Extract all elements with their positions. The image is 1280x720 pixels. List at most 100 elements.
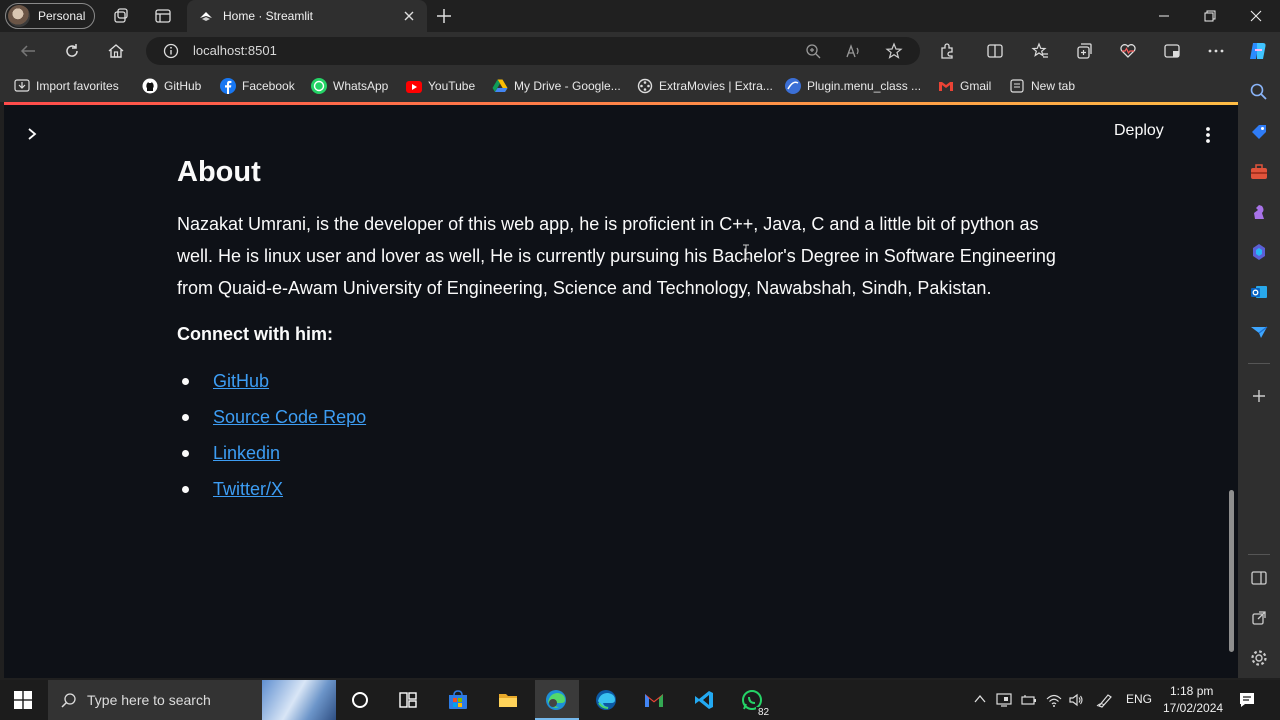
task-view-icon[interactable] [397, 689, 419, 711]
new-tab-icon [1009, 78, 1025, 94]
connect-heading: Connect with him: [177, 324, 333, 344]
bookmark-label: GitHub [164, 79, 202, 93]
address-bar[interactable]: localhost:8501 [146, 37, 920, 65]
file-explorer-icon[interactable] [497, 689, 519, 711]
clock-date[interactable]: 17/02/2024 [1163, 701, 1223, 715]
refresh-icon[interactable] [63, 42, 81, 60]
open-external-icon[interactable] [1249, 608, 1269, 628]
sidebar-divider-bottom [1248, 554, 1270, 555]
extensions-icon[interactable] [938, 42, 956, 60]
favorite-star-icon[interactable] [885, 42, 903, 60]
taskbar-search-box[interactable]: Type here to search [48, 680, 336, 720]
site-info-icon[interactable] [163, 43, 179, 59]
tools-briefcase-icon[interactable] [1249, 162, 1269, 182]
tab-actions-icon[interactable] [154, 7, 172, 25]
main-content: About Nazakat Umrani, is the developer o… [177, 154, 1057, 509]
page-title: About [177, 156, 261, 188]
bookmark-label: My Drive - Google... [514, 79, 621, 93]
split-window-icon[interactable] [1249, 568, 1269, 588]
tab-home-streamlit[interactable]: Home · Streamlit [187, 0, 427, 32]
minimize-button[interactable] [1141, 0, 1187, 32]
close-tab-icon[interactable] [403, 10, 415, 22]
microsoft-365-icon[interactable] [1249, 242, 1269, 262]
bookmark-gmail[interactable]: Gmail [938, 77, 991, 95]
bookmark-youtube[interactable]: YouTube [406, 77, 475, 95]
bookmark-facebook[interactable]: Facebook [220, 77, 295, 95]
bookmark-whatsapp[interactable]: WhatsApp [311, 77, 388, 95]
bookmark-extramovies[interactable]: ExtraMovies | Extra... [637, 77, 773, 95]
bookmark-label: Import favorites [36, 79, 119, 93]
browser-essentials-icon[interactable] [1119, 42, 1137, 60]
profile-button[interactable]: Personal [5, 3, 95, 29]
restore-button[interactable] [1187, 0, 1233, 32]
cortana-circle-icon[interactable] [349, 689, 371, 711]
split-screen-icon[interactable] [986, 42, 1004, 60]
favorites-icon[interactable] [1031, 42, 1049, 60]
plugin-icon [785, 78, 801, 94]
bookmark-label: New tab [1031, 79, 1076, 93]
workspaces-icon[interactable] [112, 7, 130, 25]
search-placeholder: Type here to search [87, 692, 211, 708]
clock-time[interactable]: 1:18 pm [1170, 684, 1213, 698]
streamlit-top-decoration [4, 102, 1238, 105]
zoom-icon[interactable] [805, 43, 821, 59]
show-hidden-icons-chevron-icon[interactable] [974, 694, 986, 704]
extramovies-icon [637, 78, 653, 94]
settings-more-icon[interactable] [1207, 42, 1225, 60]
main-menu-kebab-icon[interactable] [1205, 126, 1211, 144]
microsoft-store-icon[interactable] [447, 689, 469, 711]
bookmark-google-drive[interactable]: My Drive - Google... [492, 77, 621, 95]
bookmark-label: Gmail [960, 79, 992, 93]
youtube-icon [406, 81, 422, 93]
add-plus-icon[interactable] [1249, 386, 1269, 406]
send-paper-plane-icon[interactable] [1249, 322, 1269, 342]
copilot-icon[interactable] [1247, 40, 1269, 62]
new-tab-plus-icon[interactable] [435, 7, 453, 25]
bookmark-plugin-menu[interactable]: Plugin.menu_class ... [785, 77, 921, 95]
edge-dev-icon[interactable] [595, 689, 617, 711]
bookmark-label: WhatsApp [333, 79, 389, 93]
source-code-repo-link[interactable]: Source Code Repo [213, 407, 366, 427]
home-icon[interactable] [107, 42, 125, 60]
language-indicator[interactable]: ENG [1126, 692, 1152, 706]
bookmark-github[interactable]: GitHub [142, 77, 201, 95]
browser-title-bar: Personal Home · Streamlit [0, 0, 1280, 32]
close-window-button[interactable] [1233, 0, 1279, 32]
back-arrow-icon[interactable] [19, 42, 37, 60]
games-chess-icon[interactable] [1249, 202, 1269, 222]
gmail-app-icon[interactable] [643, 689, 665, 711]
linkedin-link[interactable]: Linkedin [213, 443, 280, 463]
collections-icon[interactable] [1075, 42, 1093, 60]
navigation-bar: localhost:8501 [0, 32, 1280, 70]
favorites-bar: Import favorites GitHub Facebook WhatsAp… [0, 70, 1280, 102]
volume-icon[interactable] [1068, 692, 1084, 708]
edge-browser-icon[interactable] [545, 689, 567, 711]
deploy-button[interactable]: Deploy [1114, 122, 1164, 140]
gmail-icon [938, 78, 954, 94]
page-scrollbar[interactable] [1229, 490, 1234, 652]
bookmark-import-favorites[interactable]: Import favorites [14, 77, 119, 95]
expand-sidebar-chevron-icon[interactable] [26, 127, 38, 141]
links-list: GitHub Source Code Repo Linkedin Twitter… [177, 365, 1057, 509]
shopping-tag-icon[interactable] [1249, 122, 1269, 142]
bookmark-label: Facebook [242, 79, 295, 93]
wifi-icon[interactable] [1046, 692, 1062, 708]
notifications-icon[interactable] [1238, 691, 1256, 709]
windows-start-icon[interactable] [14, 691, 32, 709]
settings-gear-icon[interactable] [1249, 648, 1269, 668]
github-link[interactable]: GitHub [213, 371, 269, 391]
search-icon[interactable] [1249, 82, 1269, 102]
bookmark-new-tab[interactable]: New tab [1009, 77, 1075, 95]
twitter-x-link[interactable]: Twitter/X [213, 479, 283, 499]
url-text: localhost:8501 [193, 43, 277, 58]
sidebar-toggle-icon[interactable] [1163, 42, 1181, 60]
battery-icon[interactable] [1021, 692, 1037, 708]
vscode-icon[interactable] [693, 689, 715, 711]
read-aloud-icon[interactable] [845, 43, 861, 59]
list-item: Source Code Repo [177, 401, 1057, 437]
avatar [8, 5, 30, 27]
outlook-icon[interactable] [1249, 282, 1269, 302]
sidebar-divider [1248, 363, 1270, 364]
pen-menu-icon[interactable] [1096, 692, 1114, 708]
monitor-tray-icon[interactable] [996, 692, 1012, 708]
